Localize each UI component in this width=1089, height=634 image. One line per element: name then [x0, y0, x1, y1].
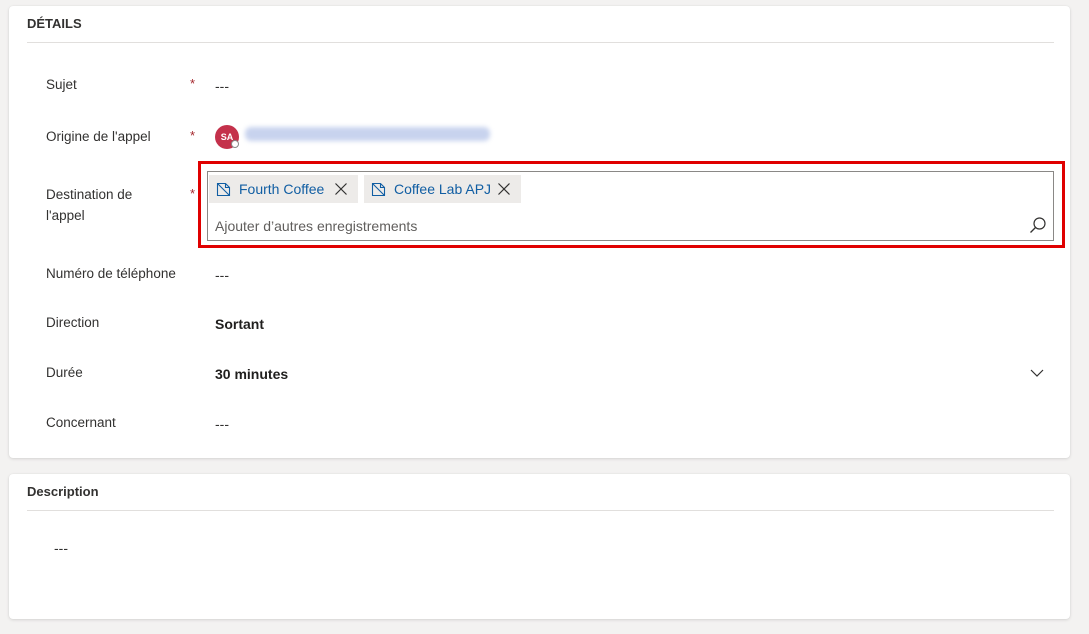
search-icon[interactable] — [1029, 216, 1047, 234]
lookup-tag-label[interactable]: Coffee Lab APJ — [394, 181, 491, 197]
lookup-search-input[interactable] — [215, 216, 1015, 236]
required-indicator: * — [190, 128, 196, 143]
call-to-label-line1: Destination de — [46, 187, 133, 202]
regarding-label: Concernant — [46, 415, 116, 430]
direction-value[interactable]: Sortant — [215, 316, 264, 332]
section-divider — [27, 42, 1054, 43]
required-indicator: * — [190, 186, 196, 201]
direction-label: Direction — [46, 315, 100, 330]
account-icon — [216, 182, 231, 197]
lookup-tag-coffee-lab-apj[interactable]: Coffee Lab APJ — [364, 175, 521, 203]
description-section: Description --- — [9, 474, 1070, 619]
phone-label: Numéro de téléphone — [46, 266, 176, 281]
section-title-description: Description — [27, 484, 99, 499]
call-to-lookup[interactable]: Fourth Coffee Coffee Lab APJ — [207, 171, 1054, 241]
section-divider — [27, 510, 1054, 511]
section-title-details: DÉTAILS — [27, 16, 82, 31]
duration-label: Durée — [46, 365, 83, 380]
close-icon[interactable] — [334, 182, 348, 196]
chevron-down-icon[interactable] — [1029, 365, 1045, 381]
lookup-tag-label[interactable]: Fourth Coffee — [239, 181, 324, 197]
presence-status-icon — [231, 140, 239, 148]
call-from-label: Origine de l'appel — [46, 129, 151, 144]
duration-value[interactable]: 30 minutes — [215, 366, 288, 382]
account-icon — [371, 182, 386, 197]
subject-label: Sujet — [46, 77, 77, 92]
details-section: DÉTAILS Sujet * --- Origine de l'appel *… — [9, 6, 1070, 458]
required-indicator: * — [190, 76, 196, 91]
subject-value[interactable]: --- — [215, 78, 229, 94]
regarding-value[interactable]: --- — [215, 416, 229, 432]
call-from-value-redacted[interactable] — [245, 127, 490, 141]
close-icon[interactable] — [497, 182, 511, 196]
phone-value[interactable]: --- — [215, 267, 229, 283]
lookup-tag-fourth-coffee[interactable]: Fourth Coffee — [209, 175, 358, 203]
description-value[interactable]: --- — [54, 540, 68, 556]
call-to-label-line2: l'appel — [46, 208, 85, 223]
